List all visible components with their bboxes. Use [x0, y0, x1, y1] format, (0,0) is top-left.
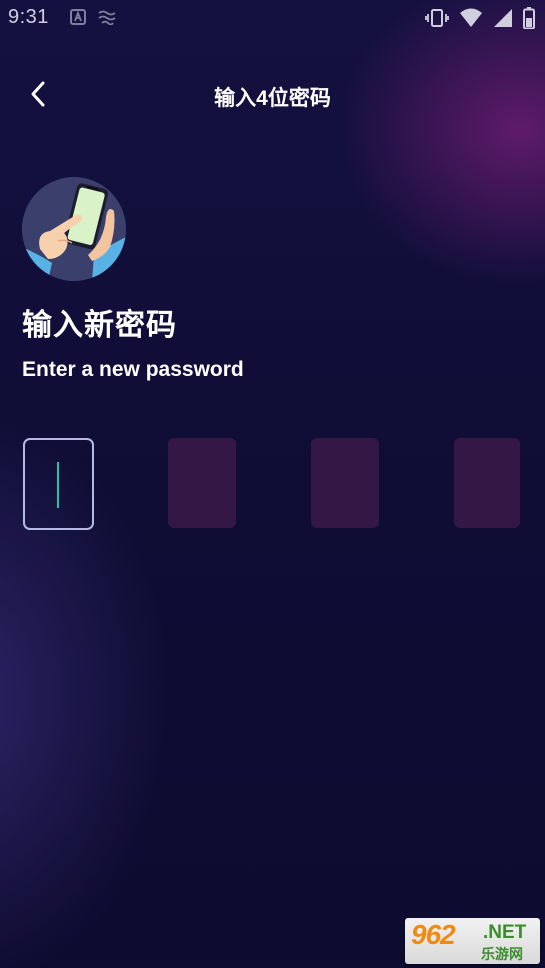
pin-box-3[interactable] [311, 438, 379, 528]
pin-box-4[interactable] [454, 438, 520, 528]
page-title: 输入4位密码 [214, 87, 331, 110]
pin-box-2[interactable] [168, 438, 236, 528]
wifi-icon [460, 8, 482, 27]
status-bar: 9:31 [0, 0, 545, 36]
watermark-cn: 乐游网 [481, 946, 523, 962]
nav-bar: 输入4位密码 [0, 62, 545, 126]
hands-phone-illustration [22, 177, 126, 281]
avatar [22, 177, 126, 281]
watermark-net: .NET [483, 922, 527, 943]
notification-wave-icon [98, 10, 116, 25]
notification-a-icon [70, 9, 86, 25]
watermark-logo: 962 .NET 乐游网 [405, 918, 540, 964]
status-right-icons [425, 7, 535, 29]
pin-input-row [23, 438, 520, 530]
watermark-number: 962 [411, 919, 456, 950]
signal-icon [494, 9, 512, 27]
battery-icon [523, 7, 535, 29]
heading: 输入新密码 [22, 309, 177, 342]
vibrate-icon [425, 9, 449, 27]
subheading: Enter a new password [22, 358, 244, 381]
status-time: 9:31 [8, 6, 49, 28]
text-cursor [57, 462, 59, 508]
status-left-icons [70, 9, 116, 25]
pin-box-1[interactable] [23, 438, 94, 530]
